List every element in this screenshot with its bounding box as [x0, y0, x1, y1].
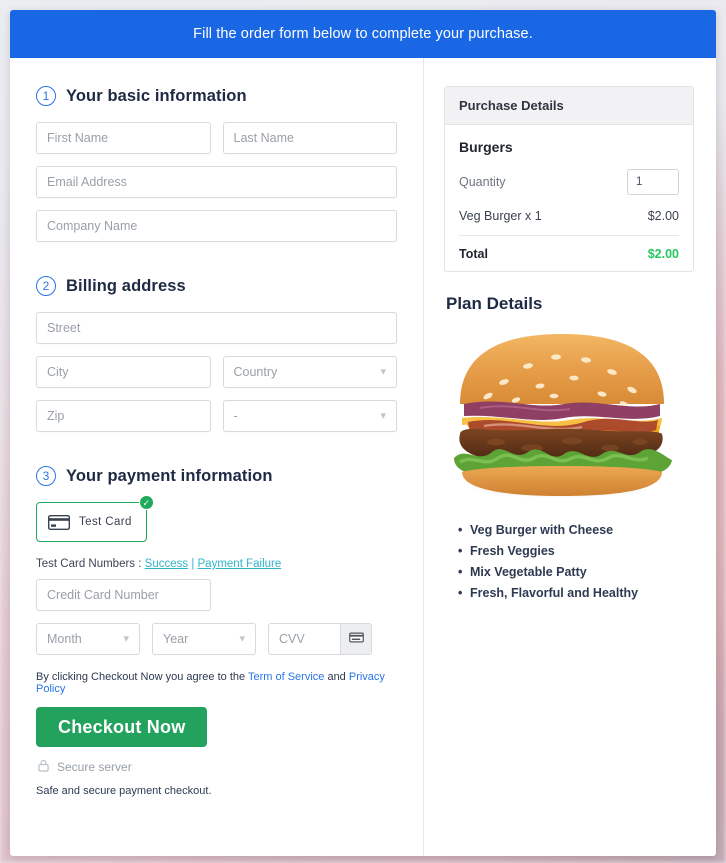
street-row: Street — [36, 312, 397, 344]
test-card-option[interactable]: Test Card — [36, 502, 147, 542]
section-title-billing: Billing address — [66, 276, 186, 295]
quantity-input[interactable]: 1 — [627, 169, 679, 195]
expiry-month-value: Month — [47, 632, 82, 646]
purchase-details-box: Purchase Details Burgers Quantity 1 Veg … — [444, 86, 694, 272]
cvv-field-group: CVV — [268, 623, 372, 655]
company-name-input[interactable]: Company Name — [36, 210, 397, 242]
credit-card-number-row: Credit Card Number — [36, 579, 397, 611]
section-payment-information: 3 Your payment information — [36, 466, 397, 486]
email-input[interactable]: Email Address — [36, 166, 397, 198]
safe-checkout-note: Safe and secure payment checkout. — [36, 785, 212, 797]
expiry-year-select[interactable]: Year ▾ — [152, 623, 256, 655]
card-body: 1 Your basic information First Name Last… — [10, 58, 716, 856]
chevron-down-icon: ▾ — [380, 365, 386, 378]
expiry-cvv-row: Month ▾ Year ▾ CVV — [36, 623, 397, 655]
terms-conjunction: and — [324, 671, 349, 683]
line-item-label: Veg Burger x 1 — [459, 209, 542, 223]
plan-feature-item: Fresh Veggies — [458, 544, 694, 558]
line-item-row: Veg Burger x 1 $2.00 — [459, 209, 679, 236]
test-card-numbers-prefix: Test Card Numbers : — [36, 558, 145, 570]
section-title-payment: Your payment information — [66, 466, 273, 485]
total-amount: $2.00 — [647, 247, 679, 261]
total-label: Total — [459, 247, 488, 261]
terms-agreement-text: By clicking Checkout Now you agree to th… — [36, 671, 397, 695]
order-form-column: 1 Your basic information First Name Last… — [10, 58, 424, 856]
total-row: Total $2.00 — [459, 236, 679, 261]
plan-features-list: Veg Burger with Cheese Fresh Veggies Mix… — [444, 523, 694, 600]
payment-failure-test-card-link[interactable]: Payment Failure — [198, 558, 282, 570]
test-card-numbers-line: Test Card Numbers : Success | Payment Fa… — [36, 558, 397, 570]
check-circle-icon: ✓ — [138, 495, 154, 510]
company-row: Company Name — [36, 210, 397, 242]
step-number-1: 1 — [36, 86, 56, 106]
test-card-option-wrapper: Test Card ✓ — [36, 495, 154, 542]
burger-photo — [444, 330, 694, 505]
banner-text: Fill the order form below to complete yo… — [193, 26, 533, 42]
checkout-card: Fill the order form below to complete yo… — [10, 10, 716, 856]
city-country-row: City Country ▾ — [36, 356, 397, 388]
plan-feature-item: Mix Vegetable Patty — [458, 565, 694, 579]
card-back-icon — [348, 630, 364, 648]
step-number-3: 3 — [36, 466, 56, 486]
quantity-label: Quantity — [459, 175, 506, 189]
zip-state-row: Zip - ▾ — [36, 400, 397, 432]
state-select[interactable]: - ▾ — [222, 400, 397, 432]
purchase-details-body: Burgers Quantity 1 Veg Burger x 1 $2.00 … — [445, 125, 693, 271]
quantity-row: Quantity 1 — [459, 169, 679, 195]
credit-card-icon — [47, 514, 71, 530]
plan-feature-item: Fresh, Flavorful and Healthy — [458, 586, 694, 600]
secure-server-label: Secure server — [57, 760, 132, 774]
country-select-value: Country — [233, 365, 278, 379]
email-row: Email Address — [36, 166, 397, 198]
test-card-label: Test Card — [79, 516, 132, 528]
name-row: First Name Last Name — [36, 122, 397, 154]
credit-card-number-input[interactable]: Credit Card Number — [36, 579, 211, 611]
plan-details-title: Plan Details — [446, 294, 543, 313]
city-input[interactable]: City — [36, 356, 211, 388]
expiry-year-value: Year — [163, 632, 189, 646]
test-card-separator: | — [188, 558, 198, 570]
expiry-month-select[interactable]: Month ▾ — [36, 623, 140, 655]
chevron-down-icon: ▾ — [239, 632, 245, 645]
state-select-value: - — [233, 409, 238, 423]
section-billing-address: 2 Billing address — [36, 276, 397, 296]
street-input[interactable]: Street — [36, 312, 397, 344]
terms-prefix: By clicking Checkout Now you agree to th… — [36, 671, 248, 683]
section-title-basic: Your basic information — [66, 86, 247, 105]
plan-feature-item: Veg Burger with Cheese — [458, 523, 694, 537]
chevron-down-icon: ▾ — [380, 409, 386, 422]
product-name: Burgers — [459, 139, 513, 155]
cvv-input[interactable]: CVV — [269, 624, 340, 654]
last-name-input[interactable]: Last Name — [222, 122, 397, 154]
country-select[interactable]: Country ▾ — [222, 356, 397, 388]
summary-column: Purchase Details Burgers Quantity 1 Veg … — [424, 58, 716, 856]
secure-server-note: Secure server — [38, 759, 397, 775]
zip-input[interactable]: Zip — [36, 400, 211, 432]
line-item-amount: $2.00 — [647, 209, 679, 223]
section-basic-information: 1 Your basic information — [36, 86, 397, 106]
success-test-card-link[interactable]: Success — [145, 558, 188, 570]
chevron-down-icon: ▾ — [123, 632, 129, 645]
cvv-help-button[interactable] — [340, 624, 371, 654]
step-number-2: 2 — [36, 276, 56, 296]
instruction-banner: Fill the order form below to complete yo… — [10, 10, 716, 58]
term-of-service-link[interactable]: Term of Service — [248, 671, 324, 683]
first-name-input[interactable]: First Name — [36, 122, 211, 154]
lock-icon — [38, 759, 49, 775]
purchase-details-header: Purchase Details — [445, 87, 693, 125]
checkout-now-button[interactable]: Checkout Now — [36, 707, 208, 747]
